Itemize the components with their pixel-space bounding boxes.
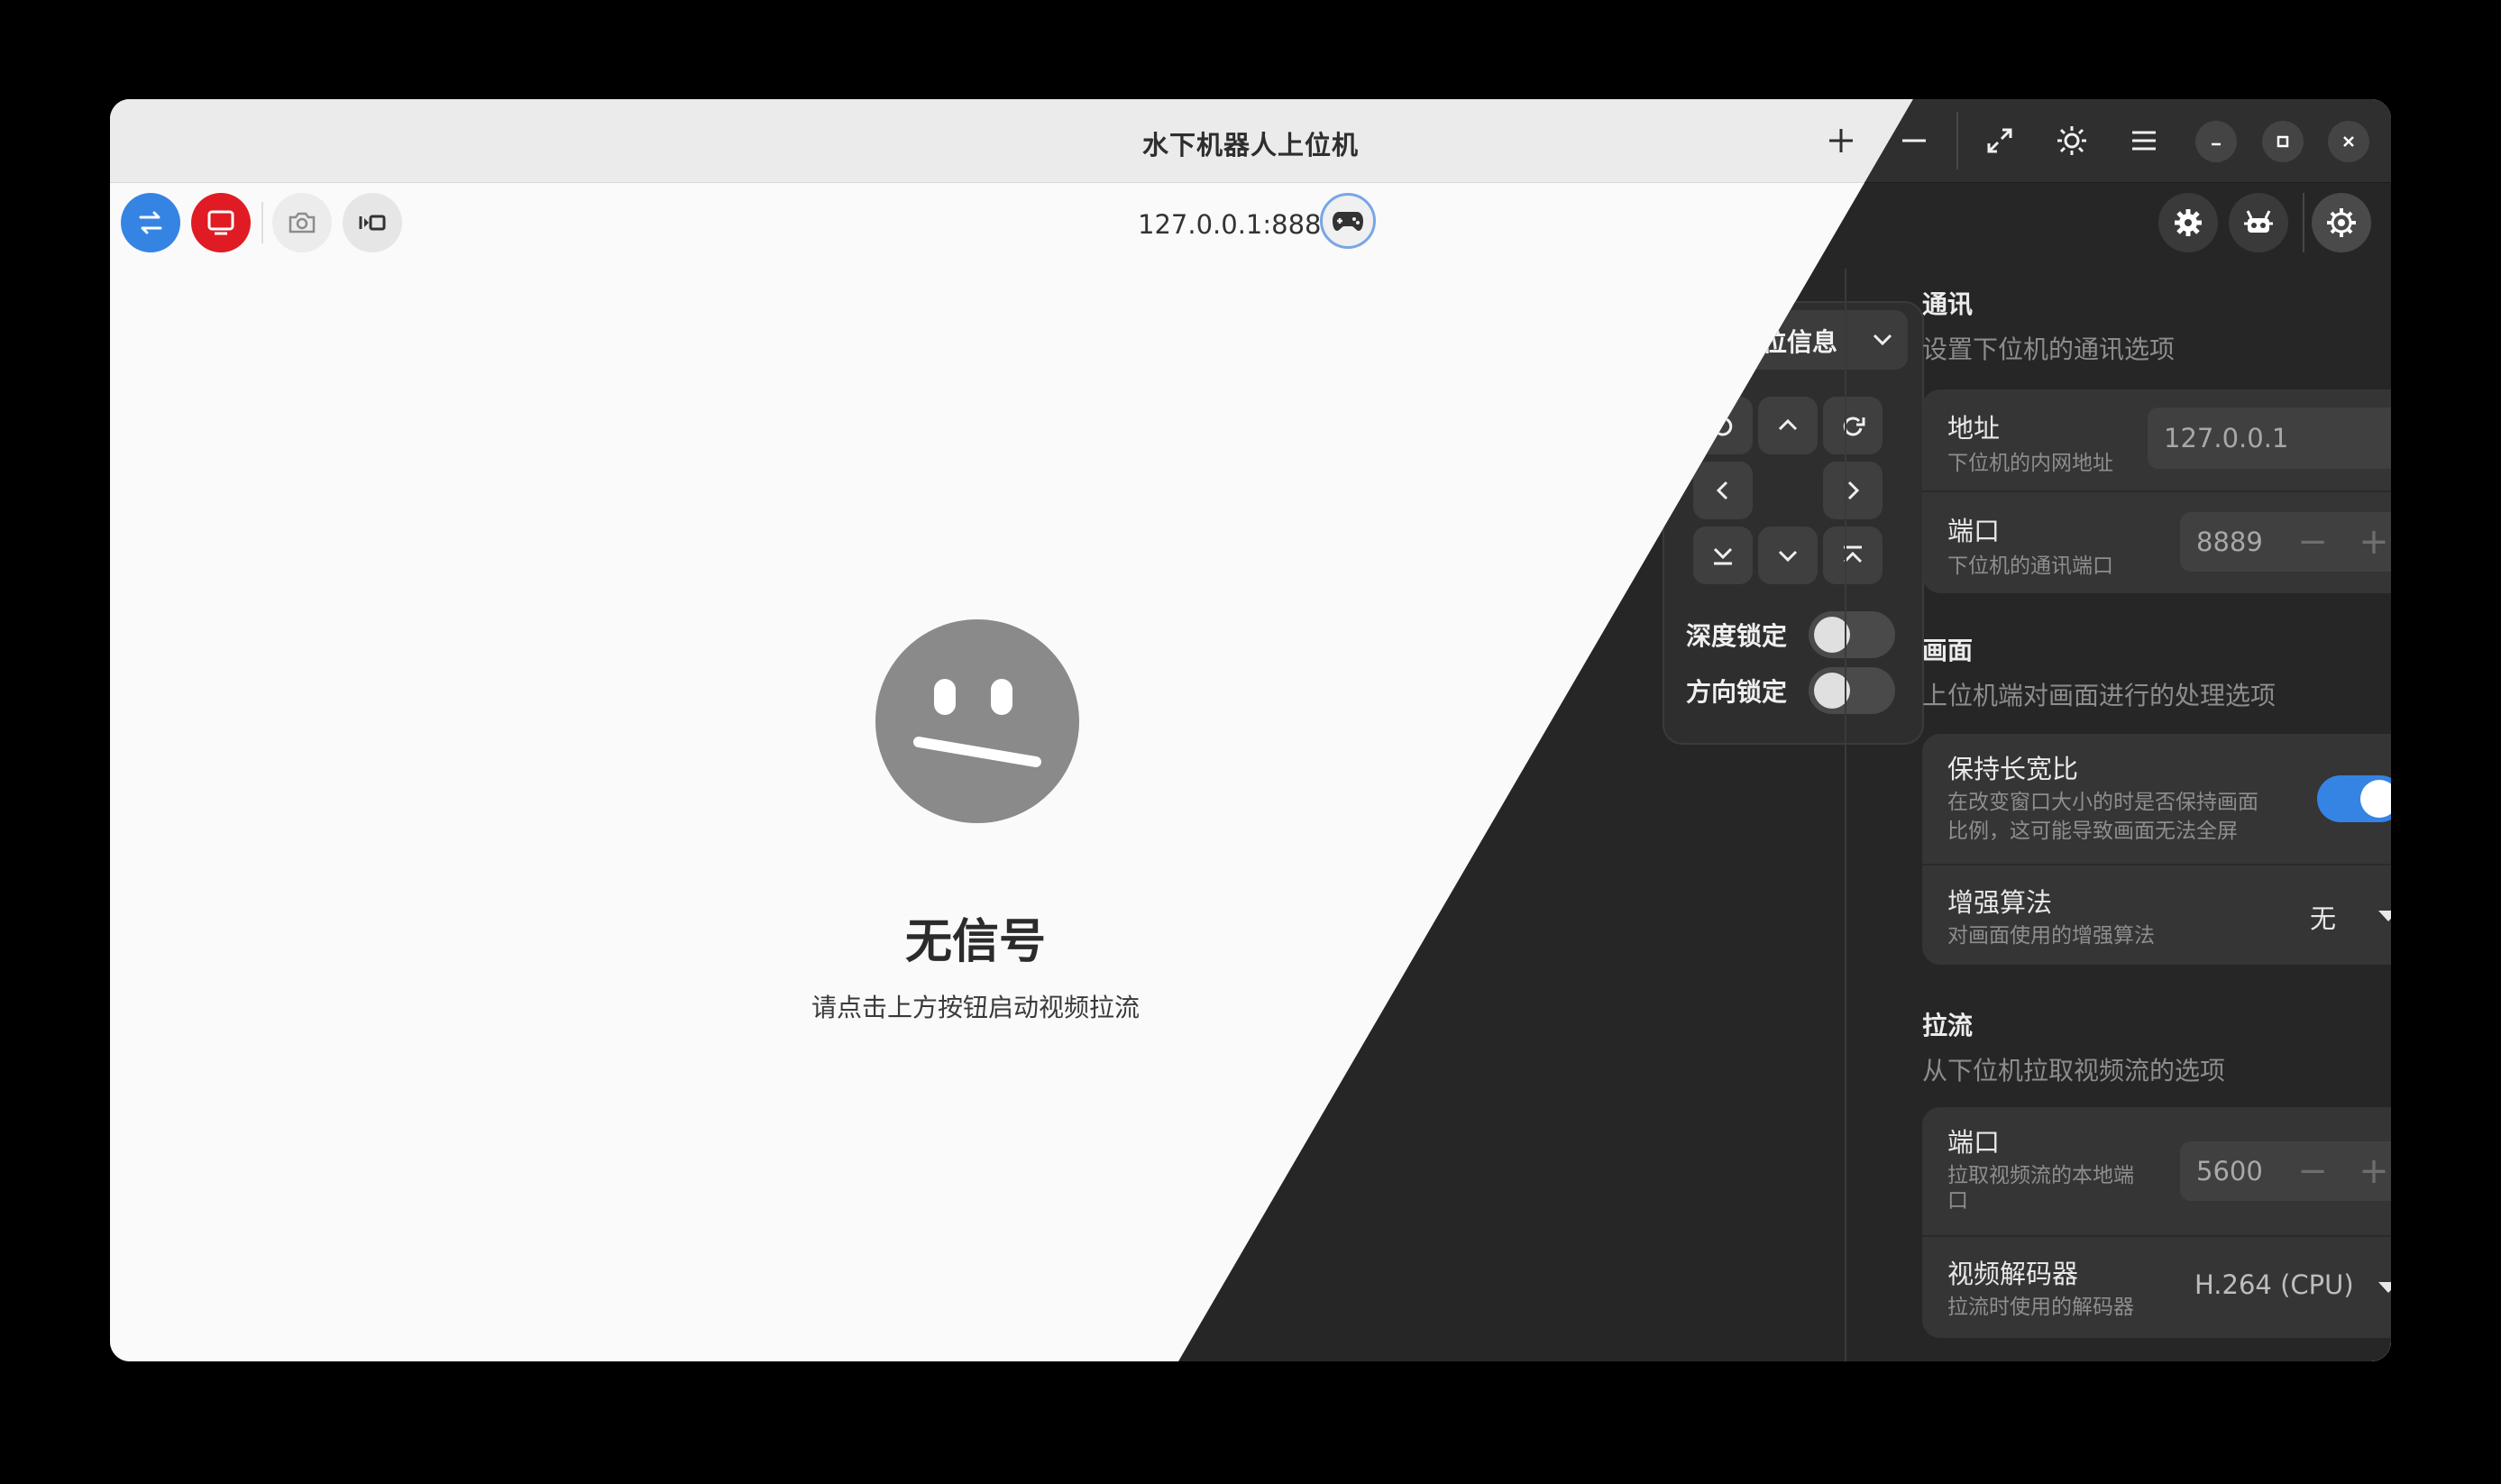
keep-ratio-desc-1: 在改变窗口大小的时是否保持画面 [1947, 791, 2258, 814]
depth-lock-label: 深度锁定 [1686, 621, 1788, 651]
port-value: 8889 [2196, 527, 2263, 557]
row-divider [1922, 1235, 2391, 1237]
maximize-icon [2277, 135, 2289, 148]
minus-icon[interactable] [1894, 121, 1934, 160]
dropdown-caret-icon [2378, 1282, 2391, 1293]
dive-button[interactable] [1693, 527, 1753, 584]
minimize-button[interactable] [2195, 121, 2237, 162]
decoder-desc: 拉流时使用的解码器 [1947, 1296, 2134, 1319]
enhance-value: 无 [2310, 903, 2337, 934]
picture-section-title: 画面 [1922, 636, 1974, 665]
decoder-dropdown[interactable]: H.264 (CPU) [2189, 1264, 2391, 1309]
port-increment-button[interactable]: + [2344, 512, 2391, 572]
comm-card: 地址 下位机的内网地址 127.0.0.1 端口 下位机的通讯端口 8889 −… [1922, 389, 2391, 593]
preferences-button[interactable] [2312, 193, 2371, 252]
stream-port-increment-button[interactable]: + [2344, 1141, 2391, 1201]
stream-port-spin[interactable]: 5600 − + [2180, 1141, 2391, 1201]
stream-port-decrement-button[interactable]: − [2283, 1141, 2342, 1201]
swap-button[interactable] [121, 193, 180, 252]
row-divider [1922, 490, 2391, 492]
picture-section-subtitle: 上位机端对画面进行的处理选项 [1922, 681, 2277, 710]
record-icon [359, 215, 386, 231]
menu-icon[interactable] [2124, 121, 2164, 160]
robot-icon [2244, 210, 2273, 233]
picture-card: 保持长宽比 在改变窗口大小的时是否保持画面 比例，这可能导致画面无法全屏 增强算… [1922, 734, 2391, 965]
record-button[interactable] [343, 193, 402, 252]
comm-section-subtitle: 设置下位机的通讯选项 [1922, 334, 2176, 364]
toolbar-divider [261, 202, 263, 243]
enhance-title: 增强算法 [1947, 887, 2053, 918]
gamepad-button[interactable] [1320, 193, 1376, 249]
address-row-desc: 下位机的内网地址 [1947, 452, 2113, 475]
swap-icon [139, 211, 162, 234]
dropdown-caret-icon [2378, 911, 2391, 921]
port-row-desc: 下位机的通讯端口 [1947, 554, 2113, 578]
stream-section-subtitle: 从下位机拉取视频流的选项 [1922, 1056, 2226, 1086]
stream-port-value: 5600 [2196, 1156, 2263, 1186]
robot-button[interactable] [2229, 193, 2288, 252]
titlebar-separator [1956, 112, 1958, 169]
maximize-button[interactable] [2262, 121, 2304, 162]
comm-section-title: 通讯 [1922, 289, 1974, 319]
display-button[interactable] [191, 193, 251, 252]
keep-ratio-desc-2: 比例，这可能导致画面无法全屏 [1947, 820, 2238, 843]
stream-port-desc-1: 拉取视频流的本地端 [1947, 1164, 2134, 1187]
no-signal-face-icon [875, 619, 1079, 823]
dive-icon [1713, 547, 1733, 565]
stream-section-title: 拉流 [1922, 1011, 1974, 1040]
gamepad-icon [1333, 212, 1363, 231]
enhance-dropdown[interactable]: 无 [2301, 893, 2391, 938]
direction-lock-label: 方向锁定 [1686, 677, 1788, 707]
enhance-desc: 对画面使用的增强算法 [1947, 924, 2155, 948]
app-window: 水下机器人上位机 127.0.0.1:8889 无信号 请点击上方按钮启动视频拉… [110, 99, 2391, 1361]
row-divider [1922, 864, 2391, 866]
forward-button[interactable] [1758, 397, 1818, 454]
fullscreen-icon[interactable] [1980, 121, 2020, 160]
port-spin[interactable]: 8889 − + [2180, 512, 2391, 572]
settings-icon [2327, 208, 2356, 237]
address-label: 127.0.0.1:8889 [1138, 209, 1338, 240]
port-row-title: 端口 [1947, 516, 2001, 546]
close-icon [2343, 136, 2354, 147]
stream-port-title: 端口 [1947, 1127, 2001, 1158]
toolbar-separator [2303, 193, 2304, 252]
address-input[interactable]: 127.0.0.1 [2148, 408, 2391, 469]
camera-icon [289, 212, 316, 234]
settings-gear-button[interactable] [2158, 193, 2218, 252]
decoder-value: H.264 (CPU) [2194, 1269, 2354, 1300]
decoder-title: 视频解码器 [1947, 1259, 2079, 1289]
close-button[interactable] [2328, 121, 2369, 162]
plus-icon[interactable] [1821, 121, 1861, 160]
screenshot-button[interactable] [272, 193, 332, 252]
chevron-up-icon [1778, 418, 1798, 431]
keep-ratio-title: 保持长宽比 [1947, 754, 2079, 784]
display-icon [207, 210, 234, 235]
chevron-left-icon [1716, 481, 1728, 500]
left-button[interactable] [1693, 462, 1753, 519]
gear-icon [2175, 209, 2202, 236]
brightness-icon[interactable] [2052, 121, 2092, 160]
chevron-down-icon [1778, 550, 1798, 563]
stream-card: 端口 拉取视频流的本地端 口 5600 − + 视频解码器 拉流时使用的解码器 … [1922, 1107, 2391, 1338]
minimize-icon [2212, 142, 2221, 146]
port-decrement-button[interactable]: − [2283, 512, 2342, 572]
address-row-title: 地址 [1947, 413, 2001, 444]
backward-button[interactable] [1758, 527, 1818, 584]
keep-ratio-toggle[interactable] [2317, 775, 2391, 822]
stream-port-desc-2: 口 [1947, 1189, 1968, 1213]
